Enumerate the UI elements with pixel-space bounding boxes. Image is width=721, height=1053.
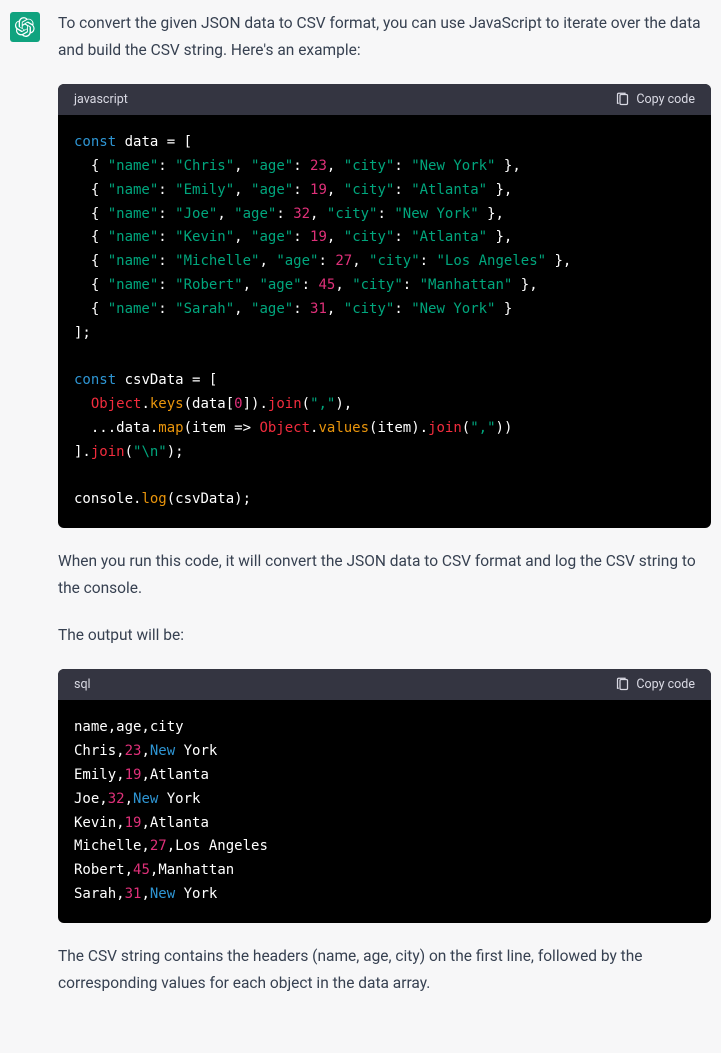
assistant-message: To convert the given JSON data to CSV fo… [0,10,721,1017]
clipboard-icon [615,92,630,107]
copy-code-button[interactable]: Copy code [615,92,695,107]
copy-code-button[interactable]: Copy code [615,677,695,692]
code-block-sql: sql Copy code name,age,city Chris,23,New… [58,669,711,922]
message-content: To convert the given JSON data to CSV fo… [58,10,711,1017]
code-content[interactable]: name,age,city Chris,23,New York Emily,19… [58,700,711,922]
chatgpt-logo-icon [15,17,35,37]
outro-paragraph: The CSV string contains the headers (nam… [58,943,711,997]
clipboard-icon [615,677,630,692]
code-lang-label: javascript [74,92,128,107]
code-lang-label: sql [74,677,91,692]
code-header: javascript Copy code [58,84,711,115]
copy-code-label: Copy code [636,677,695,692]
code-content[interactable]: const data = [ { "name": "Chris", "age":… [58,115,711,528]
mid-paragraph-1: When you run this code, it will convert … [58,548,711,602]
code-block-javascript: javascript Copy code const data = [ { "n… [58,84,711,528]
copy-code-label: Copy code [636,92,695,107]
assistant-avatar [10,12,40,42]
intro-paragraph: To convert the given JSON data to CSV fo… [58,10,711,64]
code-header: sql Copy code [58,669,711,700]
mid-paragraph-2: The output will be: [58,622,711,649]
